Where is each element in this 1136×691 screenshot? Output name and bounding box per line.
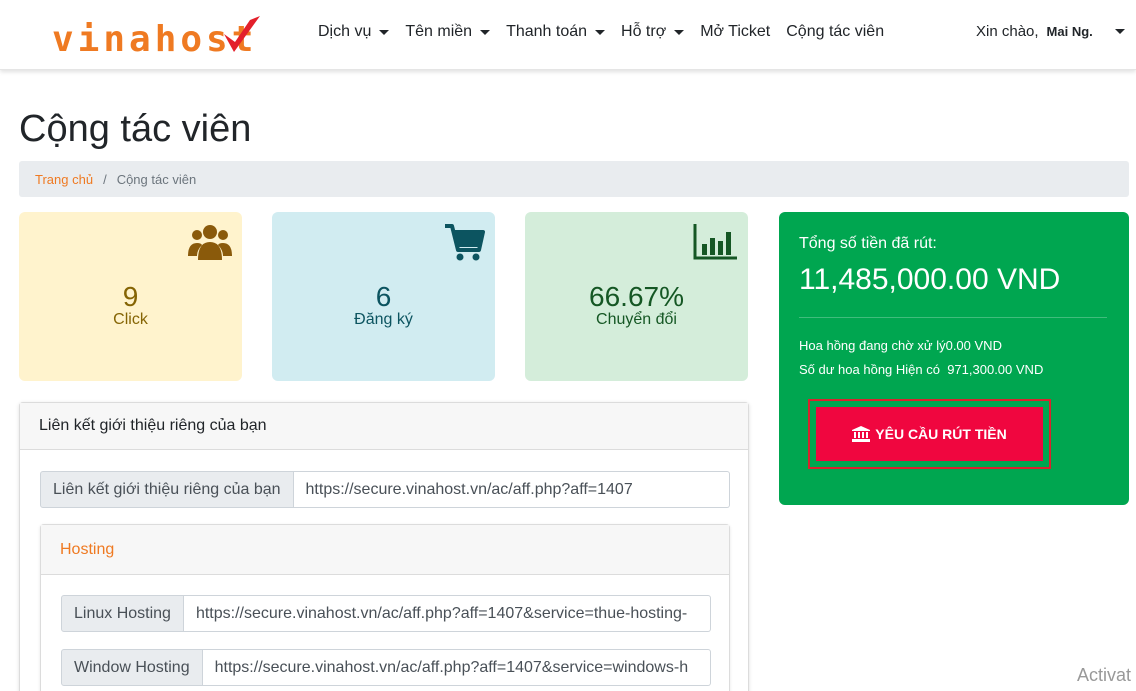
nav-label: Tên miền (405, 23, 473, 40)
clicks-label: Click (113, 311, 148, 328)
balance-label: Số dư hoa hồng Hiện có (799, 362, 940, 377)
hosting-heading: Hosting (41, 525, 729, 575)
user-menu[interactable]: Xin chào, Mai Ng. (976, 23, 1125, 40)
payout-title: Tổng số tiền đã rút: (799, 235, 937, 252)
users-icon (188, 225, 232, 260)
conversion-value: 66.67% (589, 281, 684, 312)
main-referral-label: Liên kết giới thiệu riêng của bạn (40, 471, 294, 508)
referral-links-panel: Liên kết giới thiệu riêng của bạn Liên k… (19, 402, 749, 691)
nav-label: Hỗ trợ (621, 23, 667, 40)
pending-commission: Hoa hồng đang chờ xử lý0.00 VND (799, 338, 1002, 354)
user-name: Mai Ng. (1046, 24, 1093, 39)
stat-card-signups: 6 Đăng ký (272, 212, 495, 381)
nav-ten-mien[interactable]: Tên miền (405, 23, 491, 41)
main-referral-link-group: Liên kết giới thiệu riêng của bạn (40, 471, 730, 508)
payout-card: Tổng số tiền đã rút: 11,485,000.00 VND H… (779, 212, 1129, 505)
payout-divider (799, 317, 1107, 318)
caret-down-icon (379, 29, 390, 35)
signups-label: Đăng ký (354, 311, 413, 328)
nav-ho-tro[interactable]: Hỗ trợ (621, 23, 685, 41)
main-referral-url-input[interactable] (293, 471, 730, 508)
nav-dich-vu[interactable]: Dịch vụ (318, 23, 390, 41)
available-balance: Số dư hoa hồng Hiện có 971,300.00 VND (799, 362, 1043, 378)
caret-down-icon (595, 29, 606, 35)
greeting-text: Xin chào, (976, 23, 1039, 40)
nav-label: Dịch vụ (318, 23, 372, 40)
linux-hosting-label: Linux Hosting (61, 595, 184, 632)
bar-chart-icon (693, 224, 737, 260)
nav-thanh-toan[interactable]: Thanh toán (506, 23, 606, 41)
top-navbar: vinahost Dịch vụ Tên miền Thanh toán Hỗ … (0, 0, 1136, 70)
withdraw-highlight-frame: YÊU CẦU RÚT TIỀN (808, 399, 1051, 469)
nav-cong-tac-vien[interactable]: Cộng tác viên (786, 23, 884, 41)
conversion-label: Chuyển đổi (596, 311, 677, 328)
withdraw-button-label: YÊU CẦU RÚT TIỀN (875, 426, 1007, 442)
stat-card-conversion: 66.67% Chuyển đổi (525, 212, 748, 381)
linux-hosting-url-input[interactable] (183, 595, 711, 632)
nav-mo-ticket[interactable]: Mở Ticket (700, 23, 770, 41)
nav-label: Cộng tác viên (786, 23, 885, 40)
window-hosting-link-group: Window Hosting (61, 649, 711, 686)
breadcrumb-separator: / (103, 171, 107, 187)
linux-hosting-link-group: Linux Hosting (61, 595, 711, 632)
logo-check-icon (224, 16, 260, 52)
stat-card-clicks: 9 Click (19, 212, 242, 381)
breadcrumb-home-link[interactable]: Trang chủ (35, 172, 93, 187)
signups-value: 6 (375, 281, 392, 312)
payout-amount: 11,485,000.00 VND (799, 263, 1061, 296)
caret-down-icon (1114, 29, 1125, 34)
balance-value: 971,300.00 VND (947, 362, 1044, 377)
referral-panel-heading: Liên kết giới thiệu riêng của bạn (20, 403, 748, 450)
withdraw-request-button[interactable]: YÊU CẦU RÚT TIỀN (816, 407, 1043, 461)
vinahost-logo[interactable]: vinahost (52, 10, 267, 60)
breadcrumb: Trang chủ / Cộng tác viên (19, 161, 1129, 197)
shopping-cart-icon (445, 224, 485, 261)
caret-down-icon (480, 29, 491, 35)
page-title: Cộng tác viên (19, 108, 252, 150)
nav-label: Thanh toán (506, 23, 588, 40)
caret-down-icon (674, 29, 685, 35)
breadcrumb-current: Cộng tác viên (116, 171, 197, 187)
nav-label: Mở Ticket (700, 23, 771, 40)
pending-value: 0.00 VND (945, 338, 1002, 353)
window-hosting-url-input[interactable] (202, 649, 711, 686)
bank-icon (852, 426, 871, 442)
window-hosting-label: Window Hosting (61, 649, 203, 686)
clicks-value: 9 (122, 281, 139, 312)
main-menu: Dịch vụ Tên miền Thanh toán Hỗ trợ Mở Ti… (318, 0, 900, 64)
activation-watermark: Activat (1077, 665, 1132, 685)
hosting-links-card: Hosting Linux Hosting Window Hosting (40, 524, 730, 691)
pending-label: Hoa hồng đang chờ xử lý (799, 338, 946, 353)
